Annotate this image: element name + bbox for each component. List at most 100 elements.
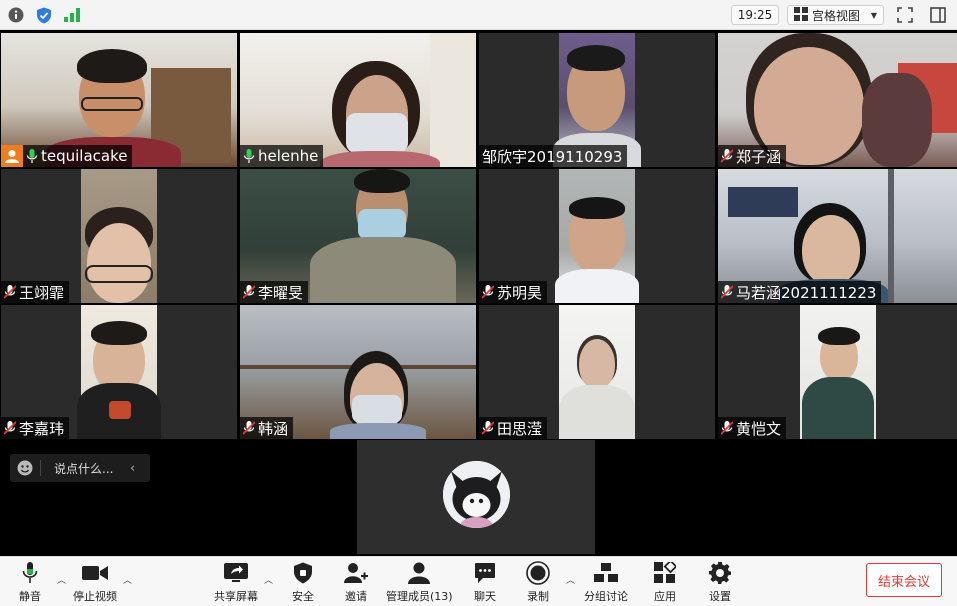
participant-name-tag: tequilacake [1,145,133,167]
participant-name-tag: 邹欣宇2019110293 [479,145,628,167]
manage-members-label: 管理成员(13) [386,590,453,603]
video-camera-icon [82,561,108,585]
participant-video [800,305,876,439]
sidebar-icon[interactable] [928,5,948,25]
participant-name-tag: 郑子涵 [718,145,787,167]
participant-name-tag: 王翊霏 [1,281,70,303]
participant-video [77,305,161,439]
mic-muted-icon [4,285,16,299]
participant-name: 李嘉玮 [19,419,65,438]
participant-name: 苏明昊 [497,283,543,302]
record-button[interactable]: 录制 [525,561,551,604]
host-icon [1,145,23,167]
breakout-label: 分组讨论 [584,590,628,603]
participant-name-tag: 黄恺文 [718,417,787,439]
shield-icon [290,561,316,585]
share-screen-button[interactable]: 共享屏幕 [214,561,258,604]
participant-tile[interactable]: 王翊霏 [1,169,237,303]
apps-icon [652,561,678,585]
end-meeting-button[interactable]: 结束会议 [866,563,942,597]
participant-name: 黄恺文 [736,419,782,438]
share-options-caret-icon[interactable]: ︿ [264,573,273,586]
breakout-icon [593,561,619,585]
chat-bubble-icon [472,561,498,585]
chevron-down-icon: ▼ [870,10,877,20]
mic-muted-icon [243,285,255,299]
chat-placeholder[interactable]: 说点什么... [41,460,130,477]
shield-icon[interactable] [34,5,54,25]
share-screen-label: 共享屏幕 [214,590,258,603]
chat-button[interactable]: 聊天 [472,561,498,604]
mic-muted-icon [243,421,255,435]
manage-members-button[interactable]: 管理成员(13) [386,561,453,604]
chat-quick-input[interactable]: 说点什么... ‹ [10,454,150,482]
participant-name: 马若涵2021111223 [736,283,877,302]
participant-name: 田思滢 [497,419,543,438]
record-options-caret-icon[interactable]: ︿ [566,573,575,586]
participant-name: helenhe [258,147,319,165]
mic-on-icon [243,149,255,163]
mic-muted-icon [721,149,733,163]
participant-video [81,169,157,303]
signal-icon[interactable] [62,5,82,25]
stop-video-label: 停止视频 [73,590,117,603]
participant-name: 李曜旻 [258,283,304,302]
mic-icon [17,561,43,585]
mic-muted-icon [4,421,16,435]
invite-label: 邀请 [345,590,367,603]
record-icon [525,561,551,585]
participant-name-tag: 李嘉玮 [1,417,70,439]
participant-name: tequilacake [41,147,128,165]
security-label: 安全 [292,590,314,603]
view-mode-button[interactable]: 宫格视图 ▼ [787,5,884,25]
participant-video [555,169,639,303]
stop-video-button[interactable]: 停止视频 [73,561,117,604]
participant-tile[interactable]: 郑子涵 [718,33,957,167]
chevron-left-icon[interactable]: ‹ [130,461,150,476]
meeting-window: 19:25 宫格视图 ▼ tequilacake helenhe 邹欣宇2019… [0,0,957,606]
security-button[interactable]: 安全 [290,561,316,604]
emoji-icon[interactable] [10,460,40,476]
breakout-rooms-button[interactable]: 分组讨论 [584,561,628,604]
participant-name: 王翊霏 [19,283,65,302]
grid-icon [794,6,808,24]
mic-muted-icon [721,421,733,435]
video-options-caret-icon[interactable]: ︿ [123,573,132,586]
record-label: 录制 [527,590,549,603]
info-icon[interactable] [6,5,26,25]
mute-label: 静音 [19,590,41,603]
apps-button[interactable]: 应用 [652,561,678,604]
mic-options-caret-icon[interactable]: ︿ [57,573,66,586]
apps-label: 应用 [654,590,676,603]
invite-button[interactable]: 邀请 [343,561,369,604]
participant-name: 韩涵 [258,419,289,438]
video-grid: tequilacake helenhe 邹欣宇2019110293 郑子涵 王翊… [0,33,957,439]
add-user-icon [343,561,369,585]
participant-name-tag: helenhe [240,145,324,167]
avatar [443,461,510,528]
share-screen-icon [223,561,249,585]
fullscreen-icon[interactable] [895,5,915,25]
participant-tile[interactable]: 苏明昊 [479,169,715,303]
active-speaker-tile[interactable] [357,440,595,554]
participant-name: 郑子涵 [736,147,782,166]
participant-tile[interactable]: 田思滢 [479,305,715,439]
mic-muted-icon [482,421,494,435]
mic-muted-icon [721,285,733,299]
mic-muted-icon [482,285,494,299]
top-bar: 19:25 宫格视图 ▼ [0,0,957,30]
participant-tile[interactable]: 韩涵 [240,305,476,439]
participant-video [559,305,635,439]
settings-button[interactable]: 设置 [707,561,733,604]
participant-tile[interactable]: helenhe [240,33,476,167]
participant-tile[interactable]: 李曜旻 [240,169,476,303]
participant-tile[interactable]: 李嘉玮 [1,305,237,439]
participant-tile[interactable]: 马若涵2021111223 [718,169,957,303]
participant-tile[interactable]: tequilacake [1,33,237,167]
participant-tile[interactable]: 邹欣宇2019110293 [479,33,715,167]
participant-name-tag: 田思滢 [479,417,548,439]
mute-button[interactable]: 静音 [17,561,43,604]
participant-tile[interactable]: 黄恺文 [718,305,957,439]
mic-on-icon [26,149,38,163]
settings-label: 设置 [709,590,731,603]
